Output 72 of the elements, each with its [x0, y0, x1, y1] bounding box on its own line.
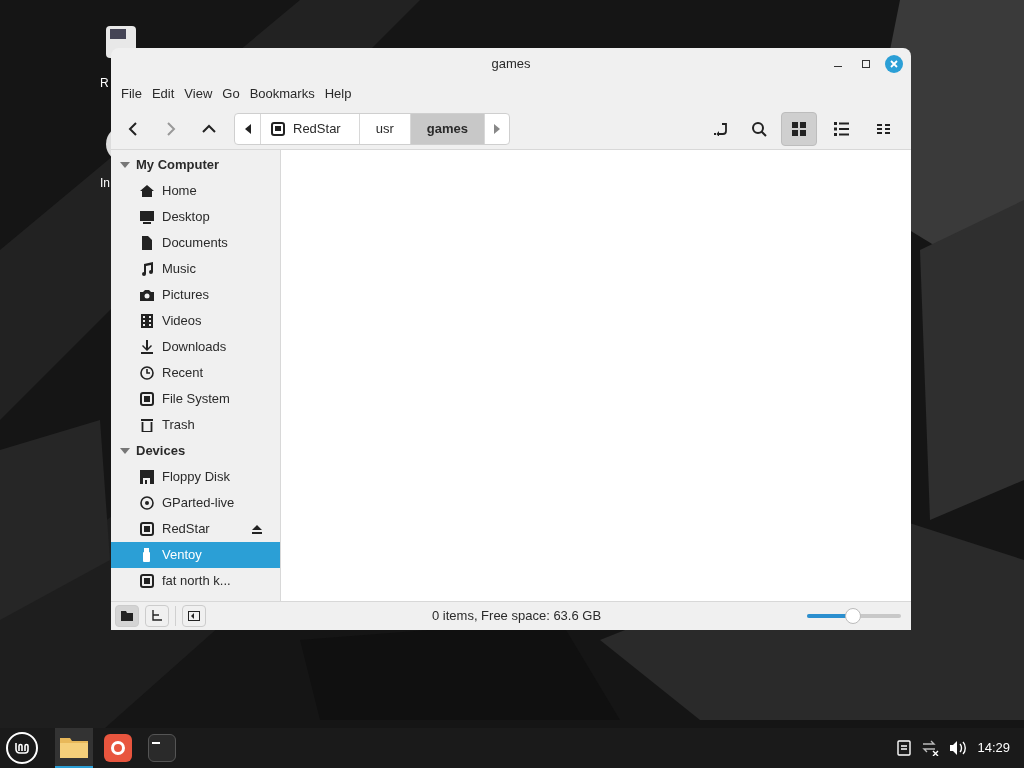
notes-icon[interactable] — [897, 740, 912, 756]
volume-icon[interactable] — [949, 740, 968, 756]
mint-logo-icon — [14, 741, 30, 755]
compact-list-icon — [876, 123, 890, 134]
sidebar-item[interactable]: fat north k... — [111, 568, 280, 594]
network-disconnected-icon[interactable] — [921, 740, 940, 756]
folder-icon — [60, 736, 88, 758]
expander-icon[interactable] — [120, 447, 130, 455]
sidebar-item[interactable]: Music — [111, 256, 280, 282]
trash-icon — [140, 418, 154, 432]
sidebar-item[interactable]: RedStar — [111, 516, 280, 542]
house-icon — [140, 184, 154, 198]
sidebar-icon — [188, 611, 200, 621]
sidebar-item[interactable]: Documents — [111, 230, 280, 256]
zoom-slider[interactable] — [807, 607, 901, 625]
sidebar-item[interactable]: File System — [111, 386, 280, 412]
sidebar-item[interactable]: Home — [111, 178, 280, 204]
menu-item[interactable]: File — [119, 83, 144, 105]
icon-view-button[interactable] — [781, 111, 817, 146]
disc-icon — [140, 496, 154, 510]
tree-button[interactable] — [145, 605, 169, 627]
sidebar-item[interactable]: Trash — [111, 412, 280, 438]
menu-item[interactable]: View — [182, 83, 215, 105]
menu-item[interactable]: Help — [322, 83, 354, 105]
sidebar-section-title: My Computer — [136, 156, 220, 175]
toggle-sidebar-button[interactable] — [182, 605, 206, 627]
sidebar-item[interactable]: Videos — [111, 308, 280, 334]
path-segment[interactable]: games — [410, 113, 485, 144]
sidebar-item[interactable]: GParted-live — [111, 490, 280, 516]
return-arrow-icon — [713, 121, 729, 136]
search-icon — [751, 120, 767, 137]
triangle-left-icon — [244, 123, 251, 134]
sidebar-item[interactable]: Downloads — [111, 334, 280, 360]
desktop-icon-label[interactable]: In — [100, 174, 110, 192]
drive-icon — [140, 522, 154, 536]
desktop-icon-label[interactable]: R — [100, 74, 109, 92]
places-button[interactable] — [115, 605, 139, 627]
triangle-right-icon — [493, 123, 500, 134]
drive-icon — [271, 121, 285, 136]
menu-item[interactable]: Edit — [149, 83, 177, 105]
document-icon — [140, 236, 154, 250]
close-button[interactable] — [885, 55, 903, 73]
chevron-right-icon — [166, 121, 176, 136]
eject-icon[interactable] — [252, 524, 262, 534]
sidebar-item[interactable]: Pictures — [111, 282, 280, 308]
drive-icon — [140, 574, 154, 588]
sidebar-section-title: Devices — [136, 442, 186, 461]
status-text: 0 items, Free space: 63.6 GB — [432, 607, 602, 626]
folder-button[interactable] — [55, 728, 93, 768]
monitor-icon — [140, 210, 154, 224]
terminal-icon — [148, 734, 176, 762]
film-icon — [140, 314, 154, 328]
browser-icon — [104, 734, 132, 762]
menu-item[interactable]: Go — [220, 83, 242, 105]
sidebar-item[interactable]: Recent — [111, 360, 280, 386]
clock-icon — [140, 366, 154, 380]
chevron-up-icon — [202, 123, 216, 134]
list-icon — [833, 121, 849, 136]
close-icon — [890, 60, 898, 68]
tree-icon — [151, 610, 163, 622]
sidebar-item[interactable]: Desktop — [111, 204, 280, 230]
sidebar-item[interactable]: Floppy Disk — [111, 464, 280, 490]
clock[interactable]: 14:29 — [977, 738, 1010, 758]
grid-icon — [792, 121, 806, 136]
drive-icon — [140, 392, 154, 406]
window-title: games — [491, 55, 531, 74]
camera-icon — [140, 288, 154, 302]
download-icon — [140, 340, 154, 354]
menu-item[interactable]: Bookmarks — [247, 83, 317, 105]
start-menu-button[interactable] — [6, 732, 38, 764]
folder-icon — [121, 611, 133, 621]
music-note-icon — [140, 262, 154, 276]
